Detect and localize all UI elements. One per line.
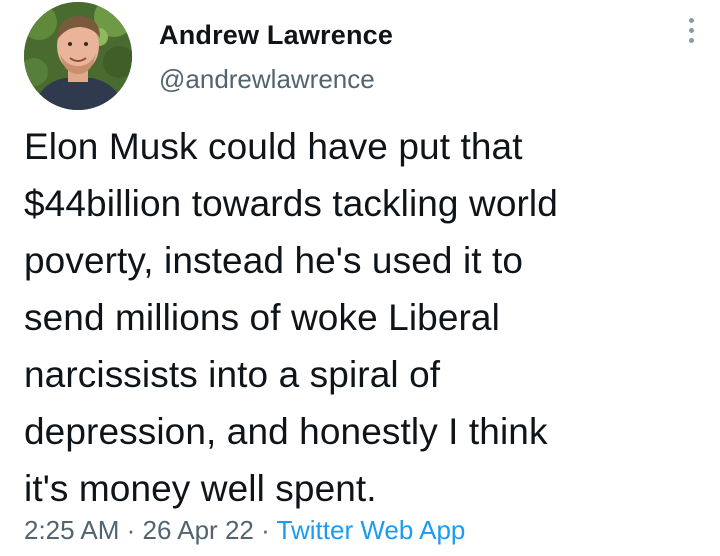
more-dot <box>688 18 694 23</box>
tweet-source[interactable]: Twitter Web App <box>277 515 466 545</box>
tweet-meta: 2:25 AM · 26 Apr 22 · Twitter Web App <box>24 513 465 547</box>
meta-separator: · <box>126 515 136 545</box>
more-dot <box>688 38 694 43</box>
author-display-name[interactable]: Andrew Lawrence <box>159 18 393 52</box>
tweet-card: Andrew Lawrence @andrewlawrence Elon Mus… <box>0 0 720 556</box>
more-vertical-icon[interactable] <box>684 18 698 52</box>
avatar[interactable] <box>24 2 132 110</box>
meta-separator: · <box>261 515 270 545</box>
more-dot <box>688 28 694 33</box>
author-block: Andrew Lawrence @andrewlawrence <box>159 18 393 95</box>
tweet-time[interactable]: 2:25 AM <box>24 515 119 545</box>
author-handle[interactable]: @andrewlawrence <box>159 63 393 95</box>
avatar-photo <box>24 2 132 110</box>
tweet-text: Elon Musk could have put that $44billion… <box>24 126 558 509</box>
tweet-date[interactable]: 26 Apr 22 <box>143 515 254 545</box>
